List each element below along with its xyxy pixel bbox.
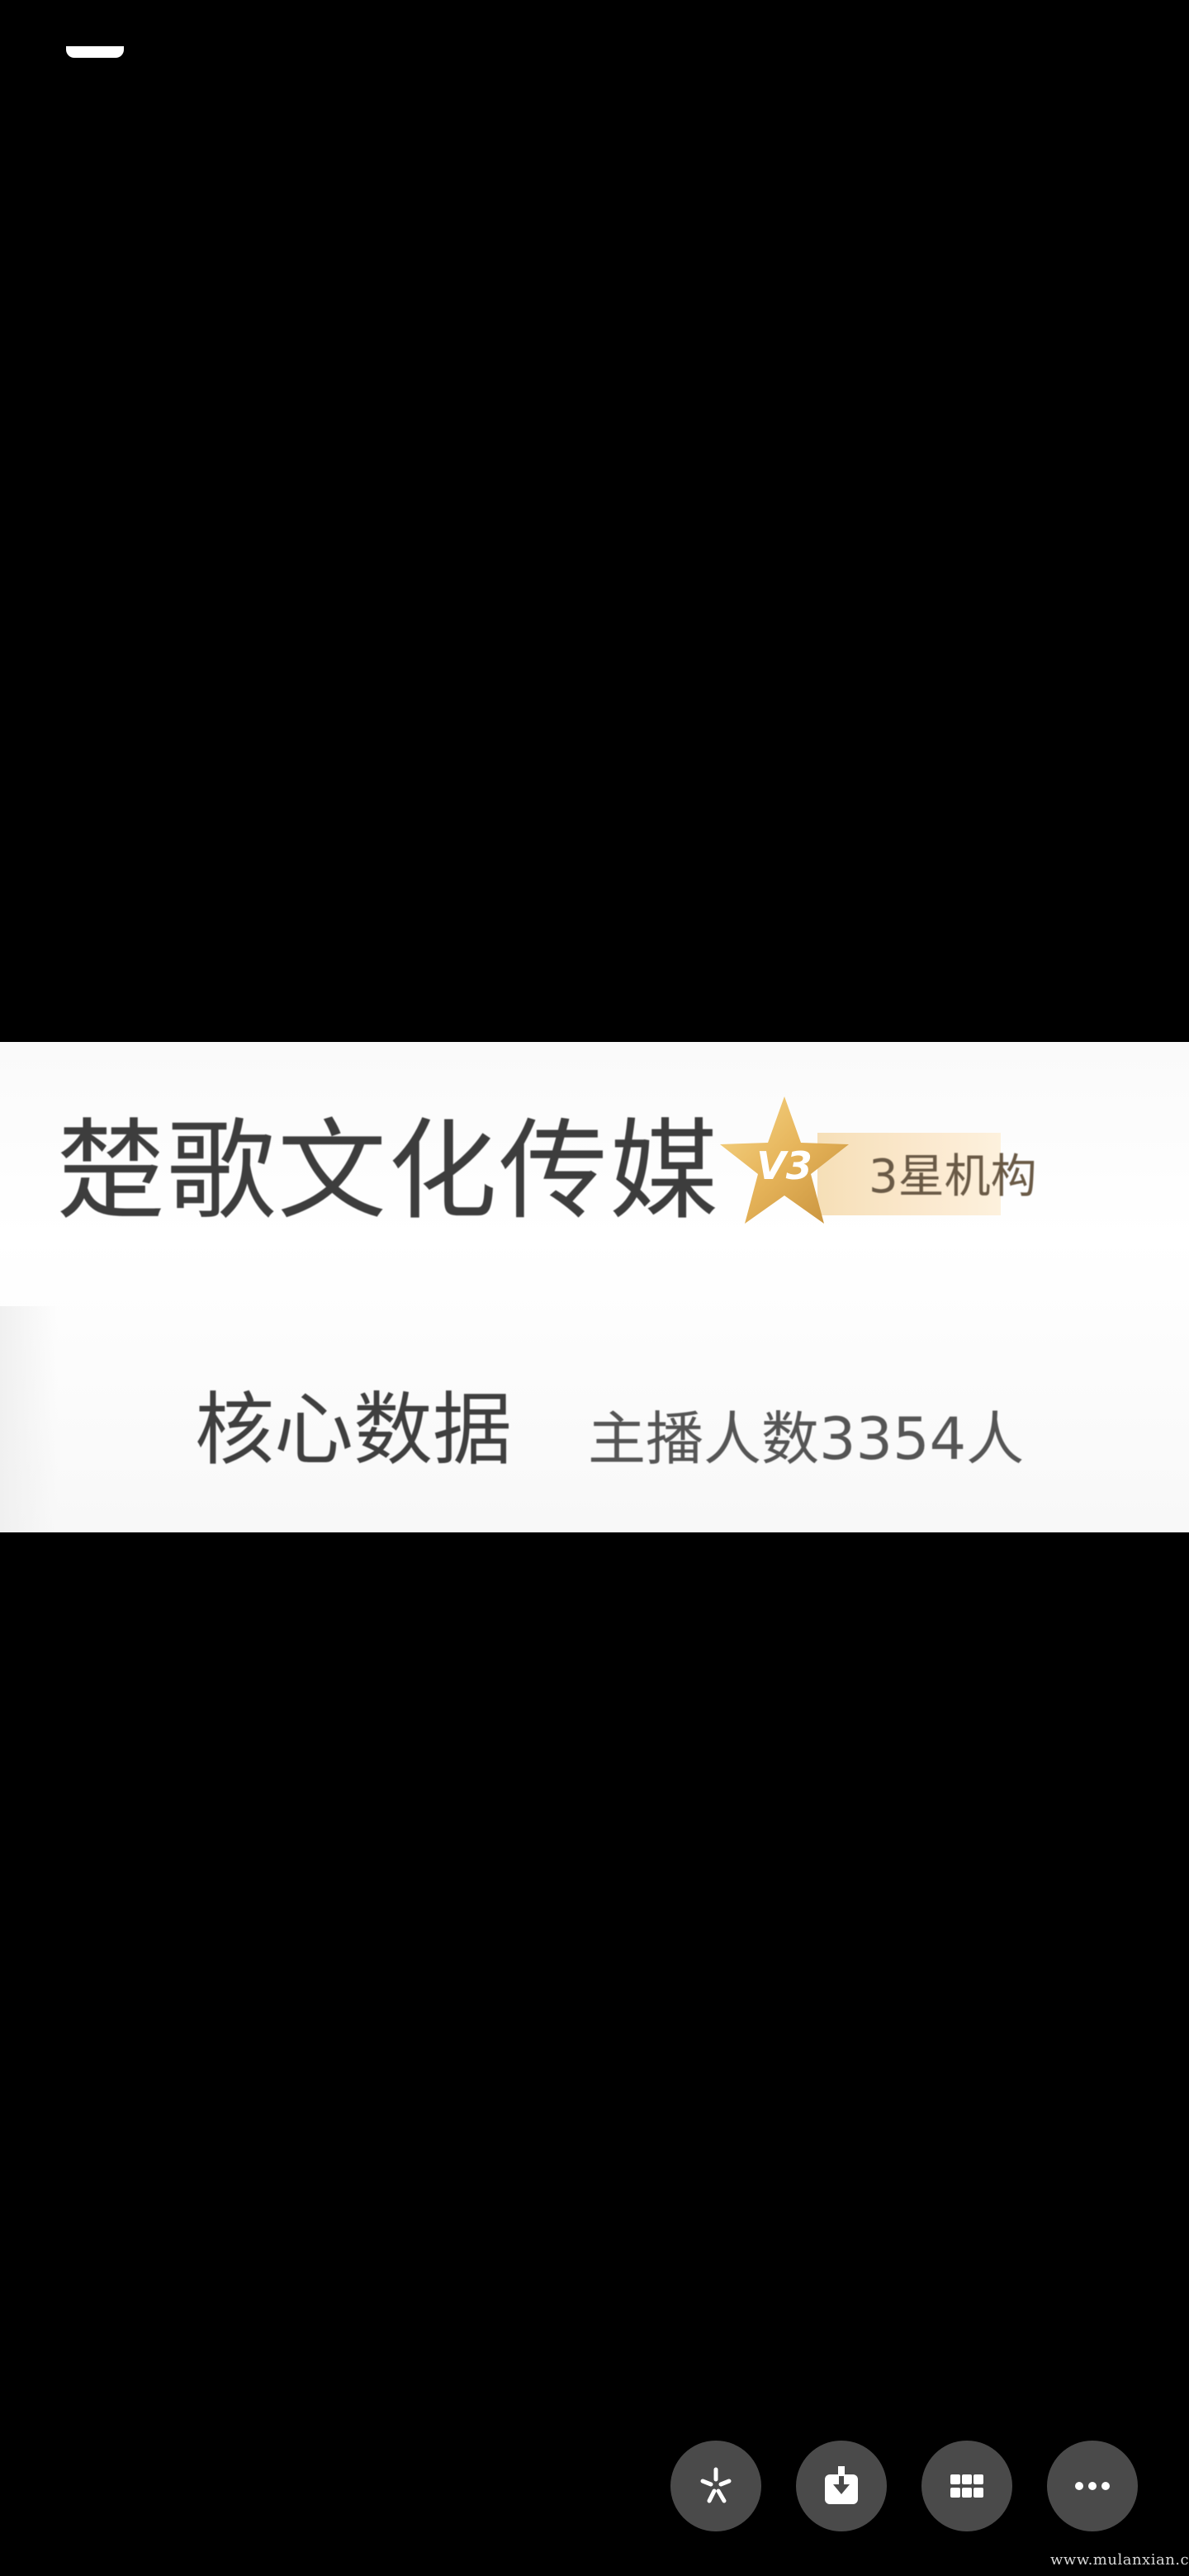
badge-label: 3星机构	[869, 1150, 1037, 1204]
anchor-count: 主播人数3354人	[588, 1405, 1025, 1473]
more-button[interactable]	[1047, 2441, 1138, 2531]
more-icon	[1075, 2482, 1110, 2490]
badge-level-text: V3	[756, 1144, 812, 1188]
sparkle-icon	[700, 2467, 732, 2503]
download-button[interactable]	[796, 2441, 887, 2531]
status-indicator	[66, 46, 124, 58]
org-name: 楚歌文化传媒	[56, 1108, 720, 1235]
sparkle-button[interactable]	[670, 2441, 761, 2531]
download-icon	[825, 2466, 858, 2504]
grid-button[interactable]	[921, 2441, 1012, 2531]
grid-icon	[950, 2474, 983, 2498]
core-data-label: 核心数据	[195, 1384, 512, 1476]
photo-image: 楚歌文化传媒 V3 3星机构 核心数据 主播人数3354人	[0, 1042, 1189, 1532]
level-badge: V3 3星机构	[718, 1091, 1115, 1248]
image-toolbar	[670, 2441, 1138, 2531]
watermark: www.mulanxian.cn	[1050, 2551, 1189, 2569]
star-icon: V3	[720, 1096, 849, 1224]
photo-edge-shadow	[0, 1306, 58, 1532]
